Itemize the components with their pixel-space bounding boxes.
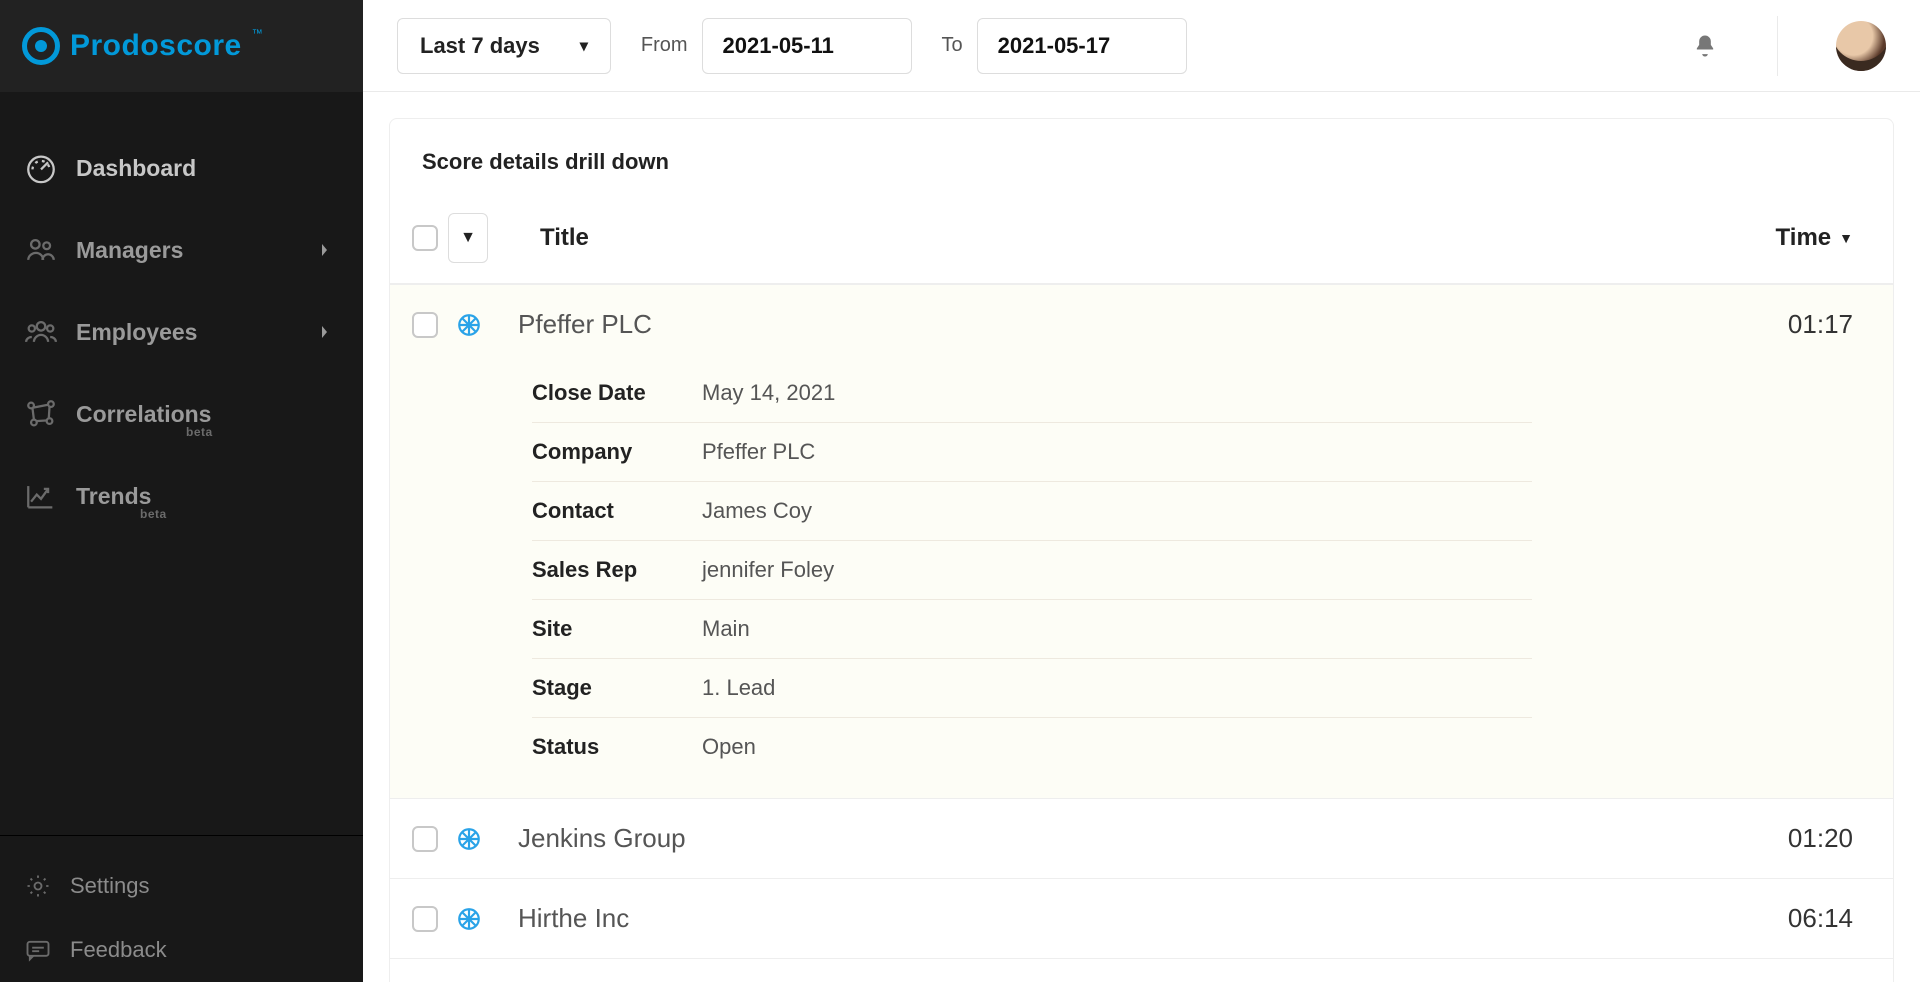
content: Score details drill down ▼ Title Time ▼ … xyxy=(363,92,1920,982)
sidebar-item-label: Dashboard xyxy=(76,155,196,182)
detail-row: Site Main xyxy=(532,600,1532,659)
from-date-group: From xyxy=(641,18,912,74)
row-checkbox[interactable] xyxy=(412,312,438,338)
topbar: Last 7 days ▾ From To xyxy=(363,0,1920,92)
table-body: Pfeffer PLC 01:17Close Date May 14, 2021… xyxy=(390,284,1893,982)
crm-record-icon xyxy=(456,312,482,338)
gear-icon xyxy=(24,872,52,900)
chevron-right-icon xyxy=(319,242,331,258)
detail-label: Close Date xyxy=(532,380,702,406)
detail-value: Main xyxy=(702,616,750,642)
main: Last 7 days ▾ From To Score details dril… xyxy=(363,0,1920,982)
detail-row: Sales Rep jennifer Foley xyxy=(532,541,1532,600)
table-header: ▼ Title Time ▼ xyxy=(390,205,1893,284)
detail-label: Contact xyxy=(532,498,702,524)
detail-row: Contact James Coy xyxy=(532,482,1532,541)
caret-down-icon: ▼ xyxy=(460,229,476,247)
row-checkbox[interactable] xyxy=(412,826,438,852)
primary-nav: Dashboard Managers Employees Corre xyxy=(0,92,363,835)
sidebar-item-label: Settings xyxy=(70,873,150,899)
trend-up-icon xyxy=(24,479,58,513)
sidebar-footer: Settings Feedback xyxy=(0,835,363,982)
sidebar-item-label: Feedback xyxy=(70,937,167,963)
beta-tag: beta xyxy=(186,425,213,439)
crm-record-icon xyxy=(456,826,482,852)
detail-row: Stage 1. Lead xyxy=(532,659,1532,718)
date-range-label: Last 7 days xyxy=(420,33,540,59)
sidebar-item-correlations[interactable]: Correlations beta xyxy=(0,373,363,455)
to-label: To xyxy=(942,34,963,57)
crm-record-icon xyxy=(456,906,482,932)
chevron-down-icon: ▾ xyxy=(580,36,588,56)
row-details: Close Date May 14, 2021Company Pfeffer P… xyxy=(390,364,1893,798)
row-time: 06:14 xyxy=(1788,903,1853,934)
date-range-select[interactable]: Last 7 days ▾ xyxy=(397,18,611,74)
sidebar-item-label: Managers xyxy=(76,237,183,264)
column-time-sort[interactable]: Time ▼ xyxy=(1776,224,1853,252)
detail-value: James Coy xyxy=(702,498,812,524)
sidebar-item-dashboard[interactable]: Dashboard xyxy=(0,127,363,209)
row-title: Jenkins Group xyxy=(518,823,686,854)
column-time-label: Time xyxy=(1776,224,1832,252)
to-date-input[interactable] xyxy=(977,18,1187,74)
detail-row: Status Open xyxy=(532,718,1532,776)
user-avatar[interactable] xyxy=(1836,21,1886,71)
expand-all-button[interactable]: ▼ xyxy=(448,213,488,263)
bell-icon[interactable] xyxy=(1691,32,1719,60)
chevron-right-icon xyxy=(319,324,331,340)
users-pair-icon xyxy=(24,233,58,267)
table-row[interactable]: Pfeffer PLC 01:17 xyxy=(390,284,1893,364)
sidebar-item-label: Trends xyxy=(76,483,151,510)
brand-mark-icon xyxy=(22,27,60,65)
sidebar-item-settings[interactable]: Settings xyxy=(0,854,363,918)
row-title: Hirthe Inc xyxy=(518,903,629,934)
sort-desc-icon: ▼ xyxy=(1839,230,1853,246)
detail-value: May 14, 2021 xyxy=(702,380,835,406)
sidebar-item-label: Employees xyxy=(76,319,197,346)
detail-label: Status xyxy=(532,734,702,760)
detail-value: jennifer Foley xyxy=(702,557,834,583)
from-label: From xyxy=(641,34,688,57)
detail-label: Stage xyxy=(532,675,702,701)
beta-tag: beta xyxy=(140,507,167,521)
from-date-input[interactable] xyxy=(702,18,912,74)
sidebar-item-feedback[interactable]: Feedback xyxy=(0,918,363,982)
detail-row: Close Date May 14, 2021 xyxy=(532,364,1532,423)
row-time: 01:20 xyxy=(1788,823,1853,854)
to-date-group: To xyxy=(942,18,1187,74)
table-row[interactable]: Jenkins Group 01:20 xyxy=(390,798,1893,878)
gauge-icon xyxy=(24,151,58,185)
network-icon xyxy=(24,397,58,431)
sidebar-item-trends[interactable]: Trends beta xyxy=(0,455,363,537)
brand-tm: ™ xyxy=(252,28,263,40)
sidebar-item-label: Correlations xyxy=(76,401,211,428)
sidebar-item-managers[interactable]: Managers xyxy=(0,209,363,291)
sidebar: Prodoscore ™ Dashboard Managers Employee… xyxy=(0,0,363,982)
select-all-checkbox[interactable] xyxy=(412,225,438,251)
score-details-card: Score details drill down ▼ Title Time ▼ … xyxy=(389,118,1894,982)
brand-logo: Prodoscore ™ xyxy=(0,0,363,92)
panel-title: Score details drill down xyxy=(390,119,1893,205)
table-row[interactable]: BiteHut 08:45 xyxy=(390,958,1893,982)
row-checkbox[interactable] xyxy=(412,906,438,932)
brand-name: Prodoscore xyxy=(70,29,242,63)
row-time: 01:17 xyxy=(1788,309,1853,340)
chat-icon xyxy=(24,936,52,964)
row-title: Pfeffer PLC xyxy=(518,309,652,340)
detail-value: Open xyxy=(702,734,756,760)
detail-value: 1. Lead xyxy=(702,675,775,701)
sidebar-item-employees[interactable]: Employees xyxy=(0,291,363,373)
detail-label: Site xyxy=(532,616,702,642)
column-title: Title xyxy=(540,224,589,252)
detail-label: Sales Rep xyxy=(532,557,702,583)
users-group-icon xyxy=(24,315,58,349)
detail-label: Company xyxy=(532,439,702,465)
separator xyxy=(1777,16,1778,76)
table-row[interactable]: Hirthe Inc 06:14 xyxy=(390,878,1893,958)
detail-value: Pfeffer PLC xyxy=(702,439,815,465)
detail-row: Company Pfeffer PLC xyxy=(532,423,1532,482)
